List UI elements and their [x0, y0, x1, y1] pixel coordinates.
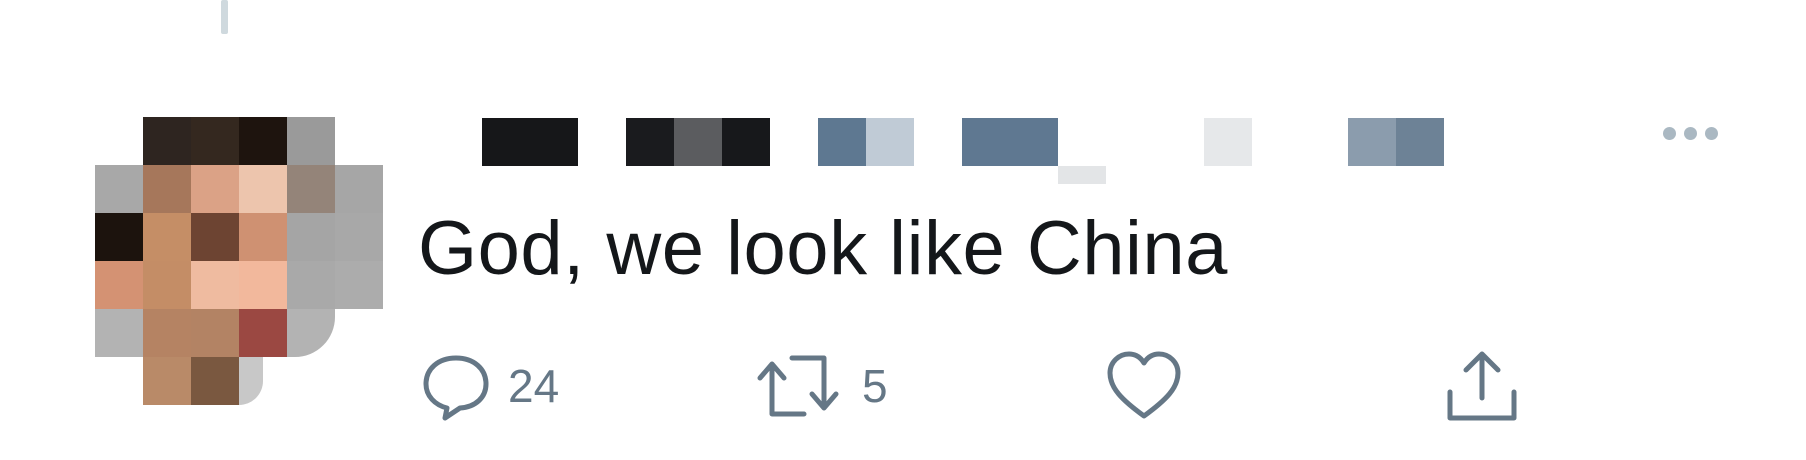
thread-connector-line [221, 0, 228, 34]
avatar-pixel [95, 213, 143, 261]
author-name-redacted[interactable] [480, 118, 1460, 188]
avatar-pixel [239, 261, 287, 309]
avatar-pixel [287, 213, 335, 261]
avatar-pixel [95, 309, 143, 357]
more-dot-icon [1662, 126, 1676, 140]
avatar-pixel [239, 309, 287, 357]
redaction-block [722, 118, 770, 166]
avatar-pixel [287, 261, 335, 309]
redaction-block [818, 118, 866, 166]
avatar-pixel [287, 117, 335, 165]
avatar-pixel [191, 117, 239, 165]
heart-icon [1107, 351, 1181, 419]
avatar-pixel [95, 261, 143, 309]
avatar-pixel [143, 357, 191, 405]
more-options-button[interactable] [1650, 118, 1730, 148]
avatar-pixel [239, 117, 287, 165]
avatar-pixel [191, 261, 239, 309]
redaction-block [482, 118, 578, 166]
redaction-block [1204, 118, 1252, 166]
redaction-block [962, 118, 1058, 166]
avatar-pixel [239, 213, 287, 261]
reply-button[interactable]: 24 [418, 346, 559, 426]
redaction-block [1396, 118, 1444, 166]
avatar-pixel [335, 261, 383, 309]
tweet-action-bar: 24 5 [418, 346, 1538, 426]
avatar-pixel [335, 213, 383, 261]
avatar-pixel [143, 165, 191, 213]
redaction-block [674, 118, 722, 166]
avatar-pixel [191, 213, 239, 261]
avatar-pixel [287, 309, 335, 357]
avatar-pixel [191, 165, 239, 213]
avatar-pixel [191, 309, 239, 357]
like-button[interactable] [1104, 346, 1198, 426]
redaction-block [626, 118, 674, 166]
retweet-button[interactable]: 5 [752, 346, 888, 426]
retweet-count: 5 [862, 360, 888, 412]
avatar-pixel [143, 261, 191, 309]
avatar-pixel [287, 165, 335, 213]
tweet-text: God, we look like China [418, 206, 1228, 291]
avatar-pixel [143, 213, 191, 261]
share-button[interactable] [1442, 346, 1536, 426]
avatar-pixel [191, 357, 239, 405]
avatar-pixel [239, 165, 287, 213]
more-dot-icon [1683, 126, 1697, 140]
redaction-block [1058, 166, 1106, 184]
more-dot-icon [1704, 126, 1718, 140]
avatar-pixel [239, 357, 263, 405]
avatar-pixel [335, 165, 383, 213]
avatar-pixel [143, 117, 191, 165]
avatar[interactable] [95, 117, 385, 407]
avatar-pixel [143, 309, 191, 357]
avatar-pixel [95, 165, 143, 213]
share-icon [1447, 351, 1517, 421]
speech-bubble-icon [423, 355, 489, 421]
redaction-block [866, 118, 914, 166]
reply-count: 24 [508, 360, 560, 412]
redaction-block [1348, 118, 1396, 166]
retweet-icon [757, 355, 839, 417]
